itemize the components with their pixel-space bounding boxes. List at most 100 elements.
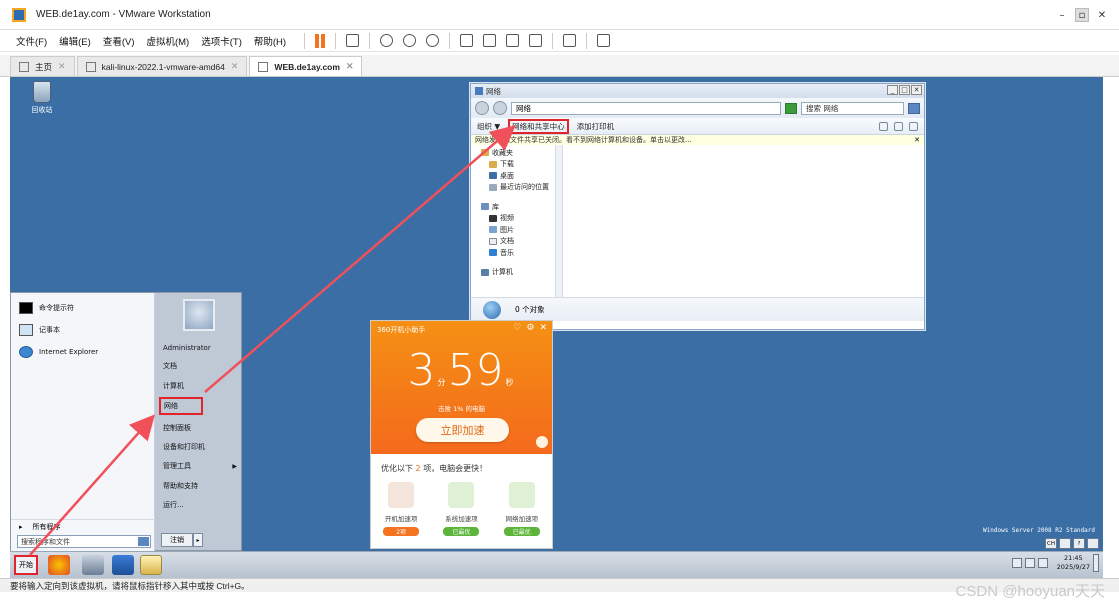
windows-flag-icon[interactable] — [48, 555, 70, 575]
server-manager-icon[interactable] — [82, 555, 104, 575]
tab-close-icon[interactable]: ✕ — [231, 61, 239, 72]
ime-keyboard-icon[interactable] — [1059, 538, 1071, 549]
start-search-input[interactable]: 搜索程序和文件 — [17, 535, 151, 548]
organize-button[interactable]: 组织 ▼ — [477, 121, 500, 132]
settings-icon[interactable]: ⚙ — [526, 323, 534, 333]
nav-videos[interactable]: 视频 — [471, 213, 562, 225]
help-icon[interactable] — [909, 121, 918, 131]
nav-desktop[interactable]: 桌面 — [471, 170, 562, 182]
network-sharing-center-button[interactable]: 网络和共享中心 — [508, 118, 569, 134]
explorer-titlebar[interactable]: 网络 _ □ ✕ — [471, 84, 924, 98]
tab-close-icon[interactable]: ✕ — [346, 61, 354, 72]
program-notepad[interactable]: 记事本 — [11, 319, 154, 341]
nav-libraries[interactable]: 库 — [471, 201, 562, 213]
menu-vm[interactable]: 虚拟机(M) — [146, 34, 189, 48]
menu-help[interactable]: 帮助(H) — [254, 34, 286, 48]
speed-up-button[interactable]: 立即加速 — [416, 418, 509, 442]
snapshot-manager-icon[interactable] — [426, 34, 440, 47]
ime-ch[interactable]: CH — [1045, 538, 1057, 549]
preview-pane-icon[interactable] — [894, 121, 903, 131]
ime-help-icon[interactable]: ? — [1073, 538, 1085, 549]
tray-flag-icon[interactable] — [1011, 558, 1022, 568]
pause-icon[interactable] — [315, 33, 326, 48]
explorer-close-button[interactable]: ✕ — [911, 85, 922, 95]
logoff-button[interactable]: 注销 — [161, 533, 193, 547]
close-button[interactable]: ✕ — [1095, 8, 1109, 22]
network-item[interactable]: 网络加速项 已最优 — [496, 482, 548, 536]
boot-item[interactable]: 开机加速项 2项 — [375, 482, 427, 536]
start-button[interactable]: 开始 — [14, 555, 38, 575]
show-library-icon[interactable] — [460, 34, 474, 47]
system-item[interactable]: 系统加速项 已最优 — [435, 482, 487, 536]
menu-edit[interactable]: 编辑(E) — [59, 34, 91, 48]
nav-documents[interactable]: 文档 — [471, 236, 562, 248]
menu-view[interactable]: 查看(V) — [103, 34, 135, 48]
ime-options-icon[interactable] — [1087, 538, 1099, 549]
nav-recent[interactable]: 最近访问的位置 — [471, 182, 562, 194]
menu-tabs[interactable]: 选项卡(T) — [201, 34, 242, 48]
tray-volume-icon[interactable] — [1037, 558, 1048, 568]
address-bar[interactable]: 网络 — [511, 101, 781, 115]
recycle-bin[interactable]: 回收站 — [22, 81, 62, 115]
minimize-button[interactable]: – — [1055, 8, 1069, 22]
stretch-guest-icon[interactable] — [597, 34, 611, 47]
forward-button[interactable] — [493, 101, 507, 115]
powershell-icon[interactable] — [112, 555, 134, 575]
tab-close-icon[interactable]: ✕ — [58, 61, 66, 72]
start-devices[interactable]: 设备和打印机 — [157, 438, 243, 456]
menu-file[interactable]: 文件(F) — [16, 34, 47, 48]
explorer-icon[interactable] — [140, 555, 162, 575]
nav-favorites[interactable]: 收藏夹 — [471, 147, 562, 159]
clock[interactable]: 21:45 2025/9/27 — [1057, 554, 1090, 572]
guest-desktop[interactable]: 回收站 网络 _ □ ✕ 网络 搜索 网络 组织 ▼ 网络和共享中心 添加打印机… — [10, 77, 1103, 551]
thumbnail-bar-icon[interactable] — [483, 34, 497, 47]
start-computer[interactable]: 计算机 — [157, 377, 243, 395]
nav-scrollbar[interactable] — [555, 145, 562, 297]
change-view-icon[interactable] — [879, 121, 888, 131]
nav-music[interactable]: 音乐 — [471, 247, 562, 259]
start-network[interactable]: 网络 — [159, 397, 203, 415]
full-screen-icon[interactable] — [506, 34, 520, 47]
explorer-minimize-button[interactable]: _ — [887, 85, 898, 95]
tab-web[interactable]: WEB.de1ay.com ✕ — [249, 56, 363, 76]
nav-pictures[interactable]: 图片 — [471, 224, 562, 236]
start-user[interactable]: Administrator — [157, 339, 243, 357]
tab-home[interactable]: 主页 ✕ — [10, 56, 75, 76]
search-icon[interactable] — [908, 102, 920, 114]
start-control-panel[interactable]: 控制面板 — [157, 419, 243, 437]
start-admin-tools[interactable]: 管理工具 ▶ — [157, 457, 243, 475]
all-programs[interactable]: ▸ 所有程序 — [11, 519, 155, 533]
explorer-maximize-button[interactable]: □ — [899, 85, 910, 95]
add-printer-button[interactable]: 添加打印机 — [577, 121, 615, 132]
show-desktop-button[interactable] — [1093, 554, 1099, 572]
nav-downloads[interactable]: 下载 — [471, 159, 562, 171]
program-cmd[interactable]: 命令提示符 — [11, 297, 154, 319]
tab-kali[interactable]: kali-linux-2022.1-vmware-amd64 ✕ — [76, 56, 248, 76]
info-bar-close-icon[interactable]: ✕ — [914, 136, 920, 144]
tray-network-icon[interactable] — [1024, 558, 1035, 568]
unity-icon[interactable] — [529, 34, 543, 47]
nav-label: 桌面 — [500, 171, 514, 180]
console-view-icon[interactable] — [563, 34, 577, 47]
shirt-icon[interactable]: ♡ — [513, 323, 521, 333]
start-run[interactable]: 运行... — [157, 496, 243, 514]
program-ie[interactable]: Internet Explorer — [11, 341, 154, 363]
nav-computer[interactable]: 计算机 — [471, 267, 562, 279]
shutdown-options-button[interactable]: ▸ — [193, 533, 203, 547]
toolbar-separator — [586, 32, 588, 49]
corner-icon[interactable] — [536, 436, 548, 448]
restore-button[interactable]: ▫ — [1075, 8, 1089, 22]
start-help[interactable]: 帮助和支持 — [157, 477, 243, 495]
revert-snapshot-icon[interactable] — [403, 34, 417, 47]
boot-helper-close-icon[interactable]: ✕ — [539, 323, 547, 333]
content-pane[interactable] — [563, 145, 924, 297]
refresh-icon[interactable] — [785, 102, 797, 114]
snapshot-icon[interactable] — [380, 34, 394, 47]
user-avatar[interactable] — [183, 299, 215, 331]
back-button[interactable] — [475, 101, 489, 115]
search-icon[interactable] — [138, 537, 149, 546]
info-bar[interactable]: 网络发现和文件共享已关闭。看不到网络计算机和设备。单击以更改... ✕ — [471, 135, 924, 145]
explorer-search-input[interactable]: 搜索 网络 — [801, 101, 904, 115]
send-ctrl-alt-del-icon[interactable] — [346, 34, 360, 47]
start-documents[interactable]: 文档 — [157, 357, 243, 375]
